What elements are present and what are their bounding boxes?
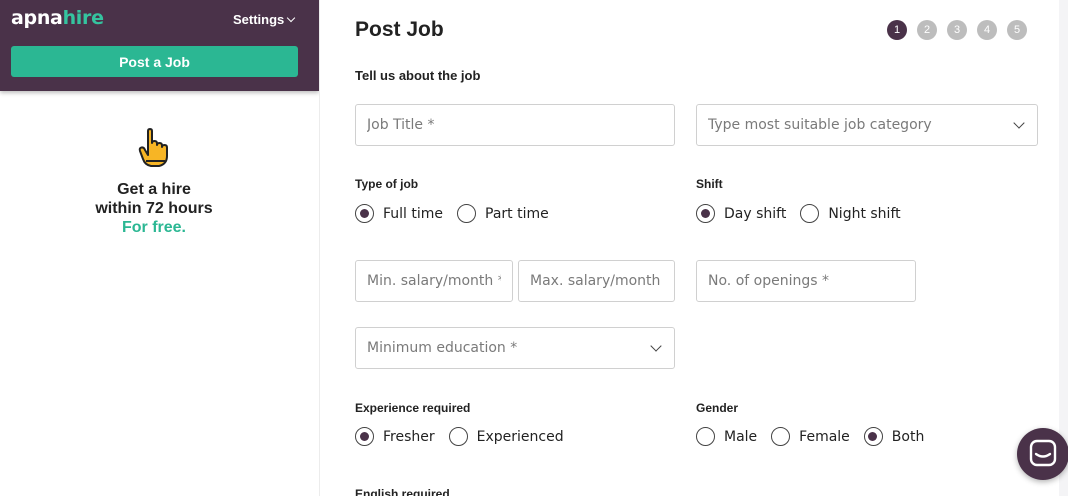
min-salary-input[interactable] [356, 261, 512, 301]
radio-both[interactable]: Both [863, 427, 924, 446]
radio-female[interactable]: Female [771, 427, 850, 446]
job-title-input[interactable] [356, 105, 674, 145]
pointing-hand-icon [138, 128, 168, 167]
promo-text: Get a hire within 72 hours For free. [95, 181, 213, 236]
radio-night-shift[interactable]: Night shift [800, 204, 901, 223]
experience-radio-group: Fresher Experienced [355, 427, 578, 446]
radio-circle [771, 427, 791, 446]
openings-field [696, 260, 916, 302]
radio-circle [696, 427, 715, 446]
radio-circle [800, 204, 820, 223]
step-4: 4 [977, 20, 997, 40]
shift-label: Shift [696, 177, 723, 191]
radio-part-time[interactable]: Part time [457, 204, 549, 223]
max-salary-field [518, 260, 675, 302]
min-salary-field [355, 260, 513, 302]
settings-menu[interactable]: Settings [233, 12, 296, 27]
gender-label: Gender [696, 401, 739, 415]
job-title-field [355, 104, 675, 146]
radio-day-shift[interactable]: Day shift [696, 204, 786, 223]
radio-circle [355, 427, 374, 446]
page-title: Post Job [355, 18, 444, 41]
post-job-form: Post Job 1 2 3 4 5 Tell us about the job… [319, 0, 1059, 496]
sidebar: apnahire Settings Post a Job Get a hire … [0, 0, 319, 496]
radio-circle [696, 204, 715, 223]
max-salary-input[interactable] [519, 261, 674, 301]
post-job-button[interactable]: Post a Job [11, 46, 298, 77]
experience-label: Experience required [355, 401, 471, 415]
chat-button[interactable] [1017, 428, 1068, 480]
education-select[interactable] [356, 328, 674, 368]
education-field[interactable] [355, 327, 675, 369]
apnahire-logo[interactable]: apnahire [11, 7, 104, 29]
step-1: 1 [887, 20, 907, 40]
chevron-down-icon [287, 13, 296, 23]
step-indicator: 1 2 3 4 5 [887, 20, 1027, 40]
step-2: 2 [917, 20, 937, 40]
radio-circle [355, 204, 374, 223]
job-category-field [696, 104, 1038, 146]
settings-label: Settings [233, 12, 285, 27]
shift-radio-group: Day shift Night shift [696, 204, 915, 223]
gender-radio-group: Male Female Both [696, 427, 938, 446]
english-required-label: English required [355, 487, 450, 496]
radio-circle [448, 427, 468, 446]
sidebar-header: apnahire Settings Post a Job [0, 0, 319, 91]
chat-icon [1029, 439, 1057, 467]
radio-circle [863, 427, 883, 446]
form-subtitle: Tell us about the job [355, 68, 481, 83]
radio-circle [457, 204, 477, 223]
type-of-job-label: Type of job [355, 177, 419, 191]
openings-input[interactable] [697, 261, 915, 301]
radio-full-time[interactable]: Full time [355, 204, 443, 223]
radio-fresher[interactable]: Fresher [355, 427, 435, 446]
job-category-input[interactable] [697, 105, 1037, 145]
step-3: 3 [947, 20, 967, 40]
type-of-job-radio-group: Full time Part time [355, 204, 563, 223]
step-5: 5 [1007, 20, 1027, 40]
radio-male[interactable]: Male [696, 427, 757, 446]
radio-experienced[interactable]: Experienced [448, 427, 564, 446]
